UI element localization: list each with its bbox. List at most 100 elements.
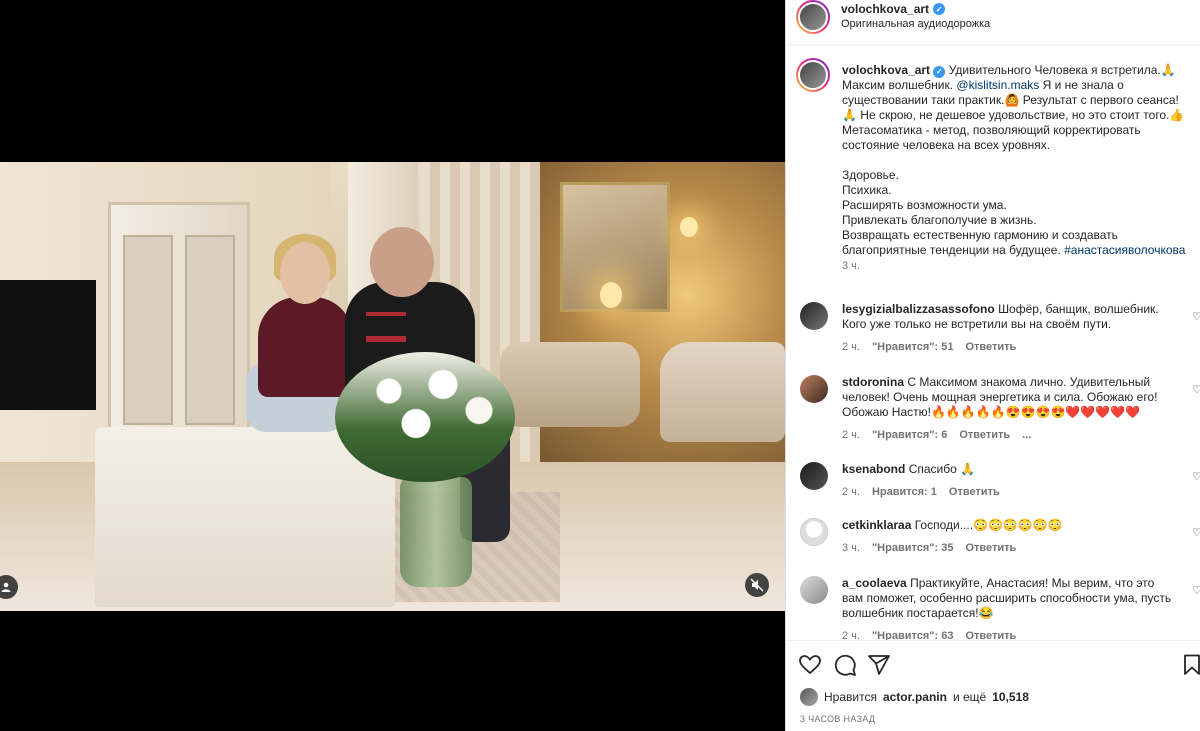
caption-time: 3 ч. <box>842 260 860 272</box>
liker-avatar[interactable] <box>800 688 818 706</box>
reply-button[interactable]: Ответить <box>965 341 1016 353</box>
video-lamp <box>680 217 698 237</box>
commenter-avatar[interactable] <box>800 576 828 604</box>
reel-video[interactable] <box>0 162 785 611</box>
comments-scroll[interactable]: volochkova_art ✓ Удивительного Человека … <box>786 46 1200 640</box>
comment-heart-icon[interactable]: ♡ <box>1192 310 1200 323</box>
video-tv <box>0 280 96 410</box>
hashtag-link[interactable]: #анастасияволочкова <box>1064 243 1185 257</box>
bookmark-icon[interactable] <box>1180 653 1200 677</box>
caption-line: существовании таки практик.🙆 Результат с… <box>842 93 1179 107</box>
video-vase <box>400 477 472 587</box>
comment-likes[interactable]: "Нравится": 6 <box>872 429 947 441</box>
video-table <box>95 427 395 607</box>
comment-heart-icon[interactable]: ♡ <box>1192 470 1200 483</box>
avatar-image <box>798 2 828 32</box>
mute-button[interactable] <box>745 573 769 597</box>
commenter-avatar[interactable] <box>800 462 828 490</box>
comment-heart-icon[interactable]: ♡ <box>1192 584 1200 597</box>
comment-text: a_coolaeva Практикуйте, Анастасия! Мы ве… <box>842 576 1172 621</box>
commenter-username[interactable]: stdoronina <box>842 375 904 389</box>
author-name-row: volochkova_art ✓ <box>841 2 946 16</box>
comment-text: lesygizialbalizzasassofono Шофёр, банщик… <box>842 302 1172 332</box>
speaker-muted-icon <box>750 578 764 592</box>
comment-likes[interactable]: "Нравится": 35 <box>872 542 953 554</box>
commenter-username[interactable]: lesygizialbalizzasassofono <box>842 302 995 316</box>
caption-author-avatar[interactable] <box>796 58 830 92</box>
caption-line: Здоровье. <box>842 168 899 182</box>
comment-icon[interactable] <box>833 653 857 677</box>
comment-message: Спасибо 🙏 <box>908 462 976 476</box>
comment-time[interactable]: 2 ч. <box>842 341 860 353</box>
cabinet-door <box>123 235 173 425</box>
comment-likes[interactable]: "Нравится": 63 <box>872 630 953 640</box>
reply-button[interactable]: Ответить <box>949 486 1000 498</box>
share-icon[interactable] <box>867 653 891 677</box>
video-person <box>258 297 353 397</box>
caption-line: состояние человека на всех уровнях. <box>842 138 1051 152</box>
reply-button[interactable]: Ответить <box>965 630 1016 640</box>
media-area <box>0 0 785 731</box>
comment-text: ksenabond Спасибо 🙏 <box>842 462 1172 477</box>
comment-meta: 2 ч. "Нравится": 63 Ответить <box>842 630 1016 640</box>
more-options-icon[interactable]: ... <box>1022 429 1031 441</box>
author-avatar[interactable] <box>796 0 830 34</box>
liker-username[interactable]: actor.panin <box>883 690 947 704</box>
reply-button[interactable]: Ответить <box>965 542 1016 554</box>
heart-icon[interactable] <box>798 653 822 677</box>
caption-line: благоприятные тенденции на будущее. <box>842 243 1065 257</box>
reply-button[interactable]: Ответить <box>959 429 1010 441</box>
video-person <box>280 242 330 304</box>
video-sofa <box>660 342 785 442</box>
commenter-avatar[interactable] <box>800 518 828 546</box>
comment-meta: 2 ч. "Нравится": 6 Ответить ... <box>842 429 1031 441</box>
commenter-avatar[interactable] <box>800 375 828 403</box>
caption-line: Привлекать благополучие в жизнь. <box>842 213 1037 227</box>
caption-line: Расширять возможности ума. <box>842 198 1007 212</box>
avatar-image <box>798 60 828 90</box>
commenter-username[interactable]: a_coolaeva <box>842 576 907 590</box>
comment-meta: 2 ч. Нравится: 1 Ответить <box>842 486 1000 498</box>
caption-line: Возвращать естественную гармонию и созда… <box>842 228 1118 242</box>
verified-badge-icon: ✓ <box>933 65 946 78</box>
commenter-username[interactable]: ksenabond <box>842 462 905 476</box>
caption-line: Психика. <box>842 183 892 197</box>
verified-badge-icon: ✓ <box>933 3 946 15</box>
commenter-username[interactable]: cetkinklaraa <box>842 518 911 532</box>
post-panel: volochkova_art ✓ Оригинальная аудиодорож… <box>785 0 1200 731</box>
comment-likes[interactable]: Нравится: 1 <box>872 486 937 498</box>
commenter-avatar[interactable] <box>800 302 828 330</box>
comment-likes[interactable]: "Нравится": 51 <box>872 341 953 353</box>
caption-line: Метасоматика - метод, позволяющий коррек… <box>842 123 1141 137</box>
caption-line: Максим волшебник. <box>842 78 957 92</box>
comment-message: Господи....😳😳😳😳😳😳 <box>914 518 1063 532</box>
post-header: volochkova_art ✓ Оригинальная аудиодорож… <box>786 0 1200 45</box>
video-shirt-print <box>366 312 406 342</box>
video-cabinet <box>108 202 250 437</box>
post-timestamp[interactable]: 3 ЧАСОВ НАЗАД <box>800 714 875 724</box>
caption-line: 🙏 Не скрою, не дешевое удовольствие, но … <box>842 108 1185 122</box>
comment-time[interactable]: 2 ч. <box>842 486 860 498</box>
user-tag-icon <box>1 582 11 592</box>
comment-time[interactable]: 2 ч. <box>842 630 860 640</box>
caption-line: Я и не знала о <box>1042 78 1124 92</box>
comment-heart-icon[interactable]: ♡ <box>1192 526 1200 539</box>
comment-text: cetkinklaraa Господи....😳😳😳😳😳😳 <box>842 518 1172 533</box>
video-flowers <box>335 352 515 482</box>
likes-suffix: и ещё <box>952 690 987 704</box>
mention-link[interactable]: @kislitsin.maks <box>956 78 1039 92</box>
audio-label[interactable]: Оригинальная аудиодорожка <box>841 18 990 30</box>
cabinet-door <box>185 235 235 425</box>
caption-username[interactable]: volochkova_art <box>842 63 930 77</box>
likes-count[interactable]: 10,518 <box>992 690 1029 704</box>
comment-time[interactable]: 3 ч. <box>842 542 860 554</box>
author-username[interactable]: volochkova_art <box>841 2 929 16</box>
video-lamp <box>600 282 622 308</box>
comment-time[interactable]: 2 ч. <box>842 429 860 441</box>
comment-heart-icon[interactable]: ♡ <box>1192 383 1200 396</box>
comment-meta: 3 ч. "Нравится": 35 Ответить <box>842 542 1016 554</box>
caption-text: volochkova_art ✓ Удивительного Человека … <box>842 63 1192 274</box>
action-bar <box>786 640 1200 685</box>
caption-line: Удивительного Человека я встретила.🙏 <box>948 63 1176 77</box>
video-person <box>370 227 434 297</box>
